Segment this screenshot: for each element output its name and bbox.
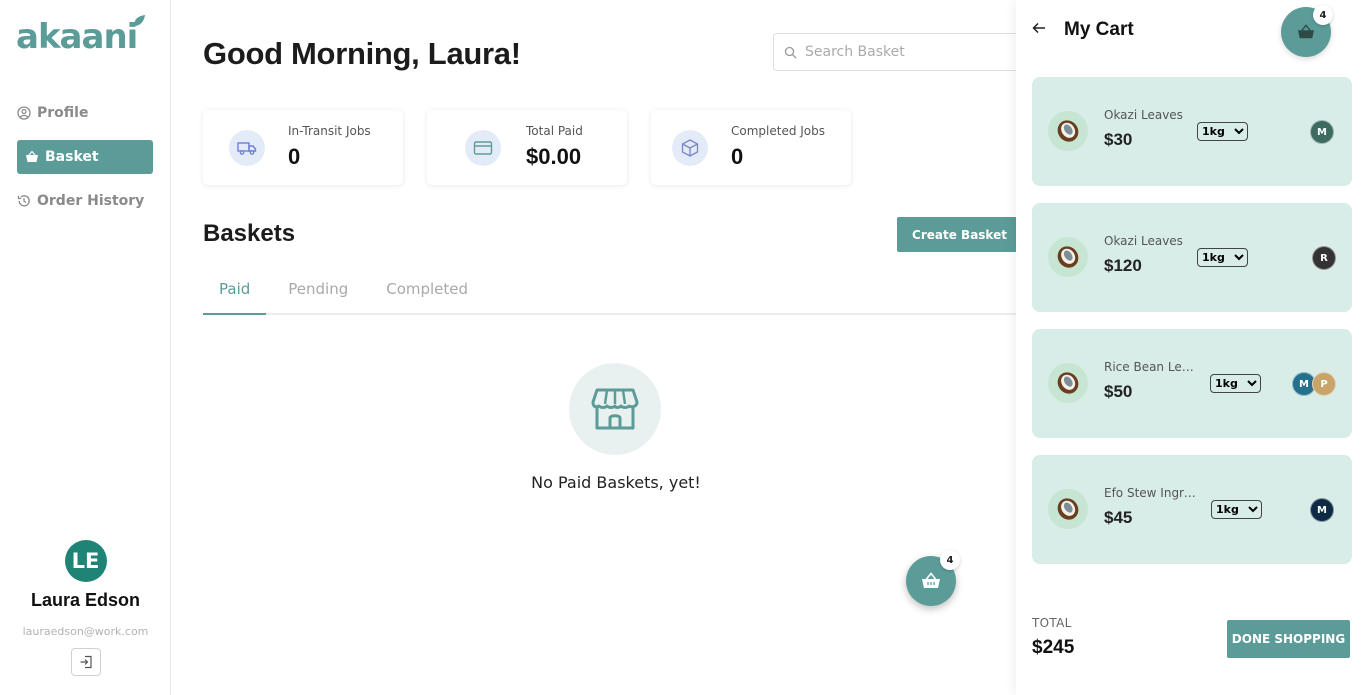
basket-icon — [25, 150, 39, 164]
page-title: Good Morning, Laura! — [203, 36, 521, 71]
tab-completed[interactable]: Completed — [370, 268, 484, 313]
box-icon — [672, 130, 708, 166]
item-price: $120 — [1104, 256, 1142, 275]
leaf-icon — [134, 15, 145, 26]
tab-paid[interactable]: Paid — [203, 268, 267, 315]
weight-select[interactable]: 1kg — [1197, 248, 1248, 267]
stat-value: 0 — [731, 144, 744, 169]
sidebar: akaani Profile Basket Order History LE L… — [0, 0, 171, 695]
logout-icon — [80, 655, 92, 669]
sidebar-item-label: Order History — [37, 193, 145, 209]
basket-icon — [922, 572, 940, 588]
stat-card-total-paid: Total Paid $0.00 — [427, 110, 627, 185]
search-box[interactable] — [773, 33, 1053, 71]
stat-label: Completed Jobs — [731, 124, 826, 138]
empty-state-text: No Paid Baskets, yet! — [531, 473, 701, 492]
done-shopping-button[interactable]: DONE SHOPPING — [1227, 620, 1350, 658]
assignee-chip: P — [1312, 372, 1336, 396]
akaani-logo[interactable]: akaani — [16, 15, 146, 58]
cart-panel: My Cart 4 Okazi Leaves $30 1kg M Okazi L… — [1016, 0, 1366, 695]
truck-icon — [229, 130, 265, 166]
sidebar-item-basket[interactable]: Basket — [17, 140, 153, 174]
basket-icon — [1298, 24, 1314, 39]
arrow-left-icon — [1032, 22, 1045, 34]
logout-button[interactable] — [70, 648, 101, 676]
user-name: Laura Edson — [30, 590, 141, 610]
logo-text: akaani — [16, 17, 138, 57]
item-price: $30 — [1104, 130, 1133, 149]
cart-item: Efo Stew Ingre... $45 1kg M — [1032, 455, 1352, 564]
item-name: Efo Stew Ingre... — [1104, 486, 1198, 500]
back-button[interactable] — [1032, 20, 1050, 38]
coconut-icon — [1048, 111, 1088, 151]
cart-item: Okazi Leaves $30 1kg M — [1032, 77, 1352, 186]
user-profile: LE Laura Edson lauraedson@work.com — [0, 540, 171, 676]
stat-value: 0 — [288, 144, 301, 169]
avatar[interactable]: LE — [64, 540, 107, 582]
storefront-icon — [569, 363, 661, 455]
stat-label: In-Transit Jobs — [288, 124, 371, 138]
sidebar-item-label: Profile — [37, 105, 89, 121]
total-label: TOTAL — [1032, 616, 1072, 630]
sidebar-item-label: Basket — [45, 149, 99, 165]
history-icon — [17, 194, 31, 208]
item-name: Okazi Leaves — [1104, 234, 1183, 248]
cart-item: Rice Bean Lea... $50 1kg M P — [1032, 329, 1352, 438]
coconut-icon — [1048, 237, 1088, 277]
item-price: $45 — [1104, 508, 1133, 527]
cart-basket-button[interactable]: 4 — [1281, 5, 1333, 57]
sidebar-nav: Profile Basket Order History — [17, 96, 153, 228]
section-title: Baskets — [203, 220, 296, 247]
user-email: lauraedson@work.com — [22, 625, 149, 638]
item-name: Okazi Leaves — [1104, 108, 1183, 122]
sidebar-item-profile[interactable]: Profile — [17, 96, 153, 130]
tab-pending[interactable]: Pending — [272, 268, 364, 313]
weight-select[interactable]: 1kg — [1197, 122, 1248, 141]
cart-count-badge: 4 — [1313, 5, 1333, 25]
stat-value: $0.00 — [526, 144, 582, 169]
search-icon — [784, 46, 797, 58]
card-icon — [465, 130, 501, 166]
basket-tabs: Paid Pending Completed — [203, 268, 1023, 315]
coconut-icon — [1048, 489, 1088, 529]
sidebar-item-order-history[interactable]: Order History — [17, 184, 153, 218]
floating-cart-button[interactable]: 4 — [906, 550, 960, 606]
cart-title: My Cart — [1064, 19, 1134, 40]
cart-count-badge: 4 — [940, 550, 960, 570]
item-name: Rice Bean Lea... — [1104, 360, 1198, 374]
cart-item: Okazi Leaves $120 1kg R — [1032, 203, 1352, 312]
stat-label: Total Paid — [526, 124, 583, 138]
stat-card-completed: Completed Jobs 0 — [651, 110, 851, 185]
weight-select[interactable]: 1kg — [1210, 374, 1261, 393]
create-basket-button[interactable]: Create Basket — [897, 217, 1022, 252]
coconut-icon — [1048, 363, 1088, 403]
total-value: $245 — [1032, 637, 1075, 658]
stat-card-in-transit: In-Transit Jobs 0 — [203, 110, 403, 185]
assignee-chip: R — [1312, 246, 1336, 270]
search-input[interactable] — [805, 44, 1025, 60]
item-price: $50 — [1104, 382, 1133, 401]
user-circle-icon — [17, 106, 31, 120]
assignee-chip: M — [1310, 120, 1334, 144]
weight-select[interactable]: 1kg — [1211, 500, 1262, 519]
assignee-chip: M — [1310, 498, 1334, 522]
